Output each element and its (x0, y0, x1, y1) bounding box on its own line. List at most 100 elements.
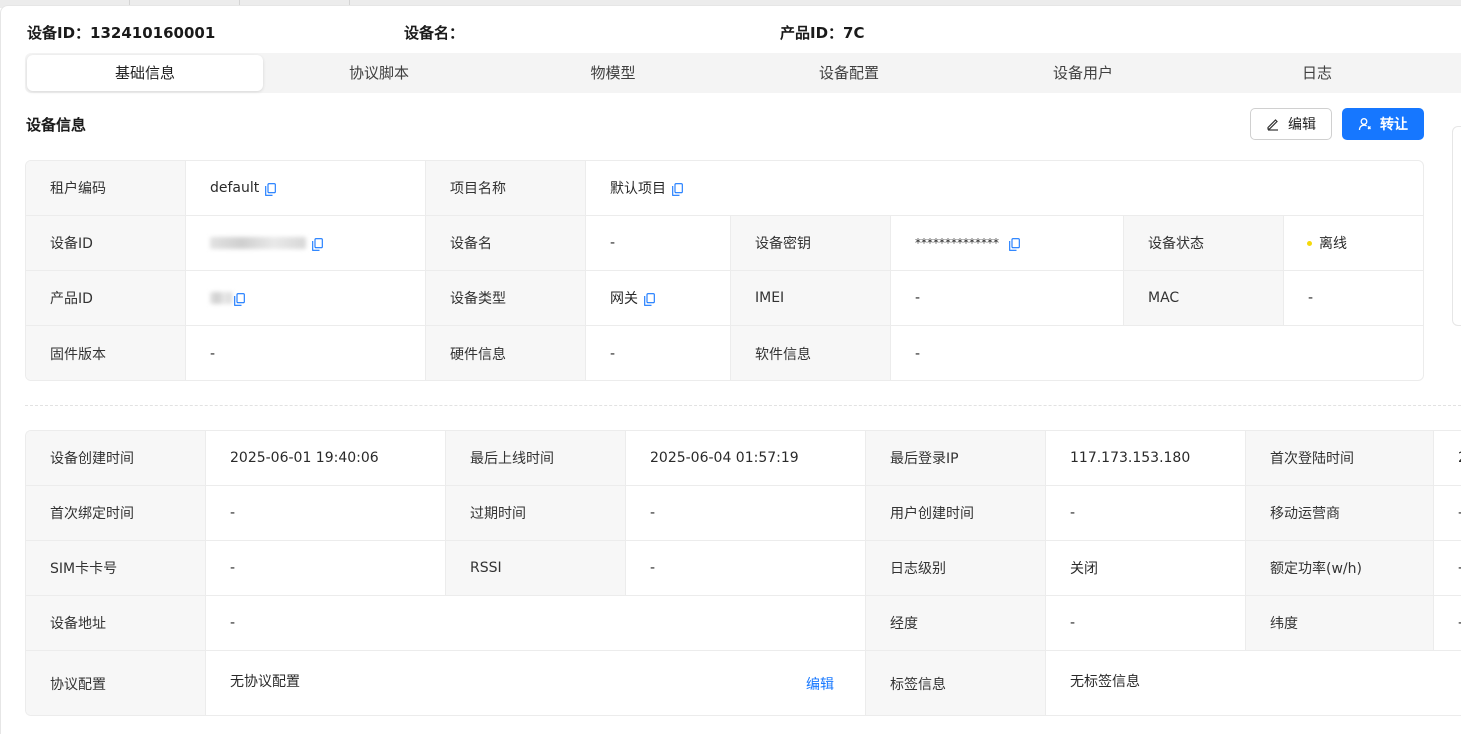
firmware-value: - (186, 326, 426, 380)
rated-power-value: - (1434, 541, 1461, 596)
header-device-name: 设备名： (404, 22, 464, 43)
section-divider (25, 405, 1461, 406)
tab-device-users[interactable]: 设备用户 (965, 55, 1201, 91)
copy-icon[interactable] (234, 292, 245, 306)
device-type-cell: 网关 (586, 271, 731, 326)
device-status-label: 设备状态 (1124, 216, 1284, 271)
longitude-value: - (1046, 596, 1246, 651)
redacted-product-id (210, 292, 232, 304)
transfer-button[interactable]: 转让 (1342, 108, 1424, 140)
header-device-id: 设备ID：132410160001 (27, 22, 215, 43)
device-type-label: 设备类型 (426, 271, 586, 326)
tenant-code-label: 租户编码 (26, 161, 186, 216)
rssi-value: - (626, 541, 866, 596)
rssi-label: RSSI (446, 541, 626, 596)
latitude-label: 纬度 (1246, 596, 1434, 651)
redacted-device-id (210, 237, 306, 249)
hardware-value: - (586, 326, 731, 380)
protocol-edit-link[interactable]: 编辑 (806, 674, 834, 694)
address-label: 设备地址 (26, 596, 206, 651)
firmware-label: 固件版本 (26, 326, 186, 380)
transfer-button-label: 转让 (1380, 117, 1408, 133)
user-created-value: - (1046, 486, 1246, 541)
product-id-cell (186, 271, 426, 326)
header-product-id-label: 产品ID： (780, 24, 844, 42)
mac-value: - (1284, 271, 1423, 326)
tenant-code-value: default (210, 180, 260, 196)
copy-icon[interactable] (1009, 237, 1020, 251)
extra-info-table: 设备创建时间 2025-06-01 19:40:06 最后上线时间 2025-0… (25, 430, 1461, 716)
device-status-cell: 离线 (1284, 216, 1423, 271)
address-value: - (206, 596, 866, 651)
sim-label: SIM卡卡号 (26, 541, 206, 596)
device-name-label: 设备名 (426, 216, 586, 271)
latitude-value: - (1434, 596, 1461, 651)
edit-icon (1266, 117, 1280, 131)
first-login-label: 首次登陆时间 (1246, 431, 1434, 486)
copy-icon[interactable] (265, 182, 277, 196)
first-bind-label: 首次绑定时间 (26, 486, 206, 541)
project-name-cell: 默认项目 (586, 161, 1423, 216)
user-transfer-icon (1358, 117, 1372, 131)
protocol-config-value: 无协议配置 (206, 651, 866, 715)
device-id-label: 设备ID (26, 216, 186, 271)
copy-icon[interactable] (672, 182, 683, 196)
edit-button[interactable]: 编辑 (1250, 108, 1332, 140)
copy-icon[interactable] (312, 237, 323, 251)
protocol-config-label: 协议配置 (26, 651, 206, 715)
last-ip-label: 最后登录IP (866, 431, 1046, 486)
tags-label: 标签信息 (866, 651, 1046, 715)
header-device-id-value: 132410160001 (90, 24, 216, 42)
tab-logs[interactable]: 日志 (1199, 55, 1435, 91)
copy-icon[interactable] (644, 292, 655, 306)
header-device-id-label: 设备ID： (27, 24, 91, 42)
device-secret-label: 设备密钥 (731, 216, 891, 271)
status-dot-icon (1307, 240, 1312, 246)
mac-label: MAC (1124, 271, 1284, 326)
hardware-label: 硬件信息 (426, 326, 586, 380)
first-bind-value: - (206, 486, 446, 541)
device-type-value: 网关 (610, 291, 638, 307)
first-login-value: 2 (1434, 431, 1461, 486)
created-time-label: 设备创建时间 (26, 431, 206, 486)
device-status-value: 离线 (1319, 236, 1347, 252)
last-ip-value: 117.173.153.180 (1046, 431, 1246, 486)
detail-tabs: 基础信息 协议脚本 物模型 设备配置 设备用户 日志 (25, 53, 1461, 93)
tab-device-config[interactable]: 设备配置 (731, 55, 967, 91)
tags-value: 无标签信息 (1070, 674, 1140, 690)
carrier-label: 移动运营商 (1246, 486, 1434, 541)
device-secret-cell: ************** (891, 216, 1124, 271)
device-name-value: - (586, 216, 731, 271)
header-product-id: 产品ID：7C (780, 22, 865, 43)
created-time-value: 2025-06-01 19:40:06 (206, 431, 446, 486)
device-secret-value: ************** (915, 236, 999, 250)
project-name-label: 项目名称 (426, 161, 586, 216)
header-device-name-label: 设备名： (404, 24, 465, 42)
log-level-value: 关闭 (1046, 541, 1246, 596)
expire-time-label: 过期时间 (446, 486, 626, 541)
tab-protocol-script[interactable]: 协议脚本 (265, 55, 493, 91)
log-level-label: 日志级别 (866, 541, 1046, 596)
user-created-label: 用户创建时间 (866, 486, 1046, 541)
project-name-value: 默认项目 (610, 181, 666, 197)
tab-basic-info[interactable]: 基础信息 (27, 55, 263, 91)
last-online-value: 2025-06-04 01:57:19 (626, 431, 866, 486)
tenant-code-cell: default (186, 161, 426, 216)
side-panel-edge (1452, 126, 1461, 326)
tab-thing-model[interactable]: 物模型 (495, 55, 731, 91)
expire-time-value: - (626, 486, 866, 541)
device-info-table: 租户编码 default 项目名称 默认项目 设备ID 设备名 - 设备密钥 *… (25, 160, 1424, 381)
device-id-cell (186, 216, 426, 271)
header-product-id-value: 7C (843, 24, 865, 42)
carrier-value: - (1434, 486, 1461, 541)
longitude-label: 经度 (866, 596, 1046, 651)
rated-power-label: 额定功率(w/h) (1246, 541, 1434, 596)
imei-value: - (891, 271, 1124, 326)
software-label: 软件信息 (731, 326, 891, 380)
sim-value: - (206, 541, 446, 596)
last-online-label: 最后上线时间 (446, 431, 626, 486)
product-id-label: 产品ID (26, 271, 186, 326)
edit-button-label: 编辑 (1288, 117, 1316, 133)
software-value: - (915, 346, 921, 362)
imei-label: IMEI (731, 271, 891, 326)
